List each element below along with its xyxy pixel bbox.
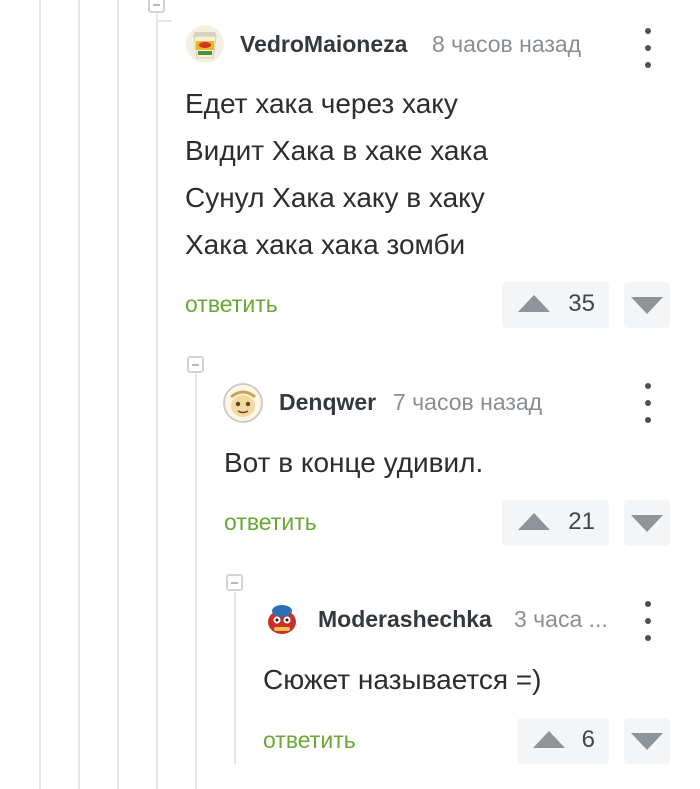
comment-timestamp: 7 часов назад — [393, 389, 543, 415]
downvote-button[interactable] — [624, 718, 670, 764]
thread-connector — [156, 20, 172, 22]
downvote-button[interactable] — [624, 500, 670, 546]
comment-username[interactable]: VedroMaioneza — [240, 31, 407, 58]
vote-count: 21 — [568, 508, 595, 535]
thread-line — [195, 374, 197, 789]
thread-line — [234, 592, 236, 764]
collapse-thread-button[interactable] — [187, 356, 204, 373]
cartoon-character-icon[interactable] — [262, 600, 302, 640]
collapse-thread-button[interactable] — [148, 0, 165, 13]
thread-line — [39, 0, 41, 789]
reply-link[interactable]: ответить — [263, 727, 356, 754]
vote-count: 6 — [581, 726, 595, 753]
thread-line — [78, 0, 80, 789]
comment-username[interactable]: Denqwer — [279, 389, 376, 416]
thread-line — [156, 12, 158, 789]
more-options-icon[interactable] — [641, 601, 655, 641]
comment-username[interactable]: Moderashechka — [318, 606, 492, 633]
mayonnaise-bucket-icon[interactable] — [186, 25, 224, 63]
reply-link[interactable]: ответить — [185, 291, 278, 318]
cartoon-face-icon[interactable] — [223, 383, 263, 423]
comment-timestamp: 3 часа ... — [514, 606, 608, 632]
comment-text: Сюжет называется =) — [263, 664, 542, 695]
more-options-icon[interactable] — [641, 383, 655, 423]
upvote-button[interactable]: 6 — [517, 718, 609, 764]
comment-thread: VedroMaioneza 8 часов назад Едет хака че… — [0, 0, 700, 789]
upvote-button[interactable]: 21 — [502, 500, 609, 546]
upvote-arrow-icon — [533, 731, 565, 748]
downvote-arrow-icon — [631, 515, 663, 532]
downvote-arrow-icon — [631, 733, 663, 750]
thread-line — [117, 0, 119, 789]
comment-text: Едет хака через хаку Видит Хака в хаке х… — [185, 88, 488, 260]
vote-count: 35 — [568, 290, 595, 317]
comment-timestamp: 8 часов назад — [432, 31, 582, 57]
downvote-arrow-icon — [631, 297, 663, 314]
upvote-button[interactable]: 35 — [502, 282, 609, 328]
upvote-arrow-icon — [518, 513, 550, 530]
reply-link[interactable]: ответить — [224, 509, 317, 536]
more-options-icon[interactable] — [641, 28, 655, 68]
collapse-thread-button[interactable] — [226, 574, 243, 591]
downvote-button[interactable] — [624, 282, 670, 328]
upvote-arrow-icon — [518, 295, 550, 312]
comment-text: Вот в конце удивил. — [224, 447, 484, 478]
